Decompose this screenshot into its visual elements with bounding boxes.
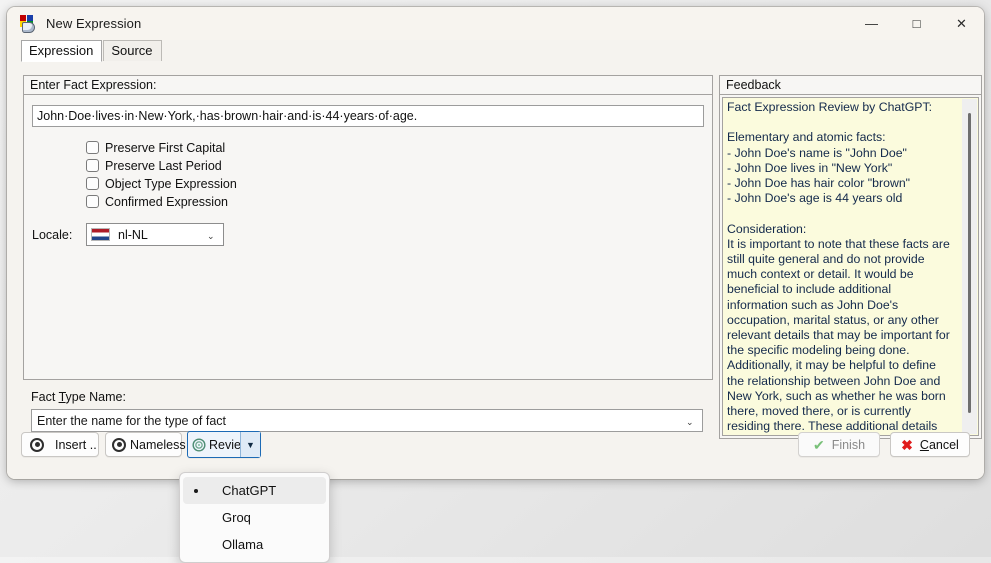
dialog-button-bar: Insert .. Nameless Review ▼ ✔ Finish ✖ C… (7, 429, 984, 479)
cancel-button[interactable]: ✖ Cancel (890, 432, 970, 457)
locale-select[interactable]: nl-NL ⌄ (86, 223, 224, 246)
checkbox-preserve-last-period[interactable]: Preserve Last Period (86, 157, 222, 174)
minimize-icon: — (865, 16, 878, 31)
checkbox-object-type-expression[interactable]: Object Type Expression (86, 175, 237, 192)
review-split-button[interactable]: Review ▼ (187, 431, 261, 458)
checkbox-label: Preserve Last Period (105, 158, 222, 173)
checkbox-box[interactable] (86, 159, 99, 172)
close-button[interactable]: ✕ (939, 7, 984, 40)
red-x-icon: ✖ (901, 436, 913, 453)
chevron-down-icon[interactable]: ⌄ (207, 231, 215, 240)
nameless-button[interactable]: Nameless (105, 432, 186, 457)
minimize-button[interactable]: — (849, 7, 894, 40)
feedback-scrollbar-thumb[interactable] (968, 113, 971, 413)
review-provider-menu: ChatGPT Groq Ollama (179, 472, 330, 563)
checkbox-preserve-first-capital[interactable]: Preserve First Capital (86, 139, 225, 156)
feedback-scrollbar[interactable] (962, 99, 977, 434)
checkbox-label: Preserve First Capital (105, 140, 226, 155)
feedback-text-area[interactable]: Fact Expression Review by ChatGPT: Eleme… (722, 97, 979, 436)
checkbox-box[interactable] (86, 141, 99, 154)
eye-icon (30, 437, 44, 452)
tab-expression[interactable]: Expression (21, 40, 103, 62)
fact-type-name-label: Fact Type Name: (31, 390, 126, 404)
window-title: New Expression (46, 16, 142, 31)
checkbox-confirmed-expression[interactable]: Confirmed Expression (86, 193, 228, 210)
close-icon: ✕ (956, 16, 967, 31)
cancel-mnemonic: C (919, 437, 929, 452)
locale-label: Locale: (32, 227, 73, 242)
fact-type-name-placeholder: Enter the name for the type of fact (37, 413, 226, 428)
flag-netherlands-icon (91, 228, 110, 241)
new-expression-window: New Expression — □ ✕ Expression Source E… (7, 7, 984, 479)
tab-source[interactable]: Source (103, 40, 162, 62)
label-prefix: Fact (31, 390, 59, 404)
checkmark-icon: ✔ (812, 436, 825, 453)
tab-page-expression: Enter Fact Expression: John·Doe·lives·in… (7, 61, 984, 479)
checkbox-box[interactable] (86, 195, 99, 208)
locale-row: Locale: nl-NL ⌄ (32, 223, 224, 246)
app-cube-icon (19, 15, 36, 33)
finish-button[interactable]: ✔ Finish (798, 432, 880, 457)
checkbox-label: Object Type Expression (105, 176, 237, 191)
chevron-down-icon: ▼ (246, 439, 255, 450)
locale-selected-value: nl-NL (118, 227, 148, 242)
insert-button-label: Insert .. (55, 437, 97, 452)
finish-button-label: Finish (831, 437, 866, 452)
chevron-down-icon[interactable]: ⌄ (686, 417, 694, 426)
cancel-label-suffix: ancel (928, 437, 959, 452)
insert-button[interactable]: Insert .. (21, 432, 99, 457)
cancel-button-label: Cancel (920, 438, 959, 452)
feedback-panel: Feedback Fact Expression Review by ChatG… (719, 75, 982, 439)
menu-item-label: Groq (222, 510, 251, 525)
eye-icon (112, 437, 126, 452)
feedback-text: Fact Expression Review by ChatGPT: Eleme… (727, 100, 953, 435)
fact-expression-group: Enter Fact Expression: John·Doe·lives·in… (23, 75, 713, 380)
menu-item-ollama[interactable]: Ollama (183, 531, 326, 558)
menu-item-label: ChatGPT (222, 483, 277, 498)
chatgpt-logo-icon (192, 437, 206, 452)
tab-strip: Expression Source (7, 40, 984, 62)
review-dropdown-arrow[interactable]: ▼ (240, 432, 260, 457)
label-suffix: ype Name: (65, 390, 126, 404)
menu-item-groq[interactable]: Groq (183, 504, 326, 531)
checkbox-label: Confirmed Expression (105, 194, 228, 209)
selected-dot-icon (189, 488, 203, 493)
window-title-bar: New Expression — □ ✕ (7, 7, 984, 40)
fact-expression-input[interactable]: John·Doe·lives·in·New·York,·has·brown·ha… (32, 105, 704, 127)
menu-item-label: Ollama (222, 537, 264, 552)
maximize-icon: □ (912, 16, 921, 31)
maximize-button[interactable]: □ (894, 7, 939, 40)
checkbox-box[interactable] (86, 177, 99, 190)
fact-expression-group-title: Enter Fact Expression: (24, 76, 712, 95)
menu-item-chatgpt[interactable]: ChatGPT (183, 477, 326, 504)
nameless-button-label: Nameless (130, 437, 186, 452)
feedback-title: Feedback (720, 76, 981, 95)
window-controls: — □ ✕ (849, 7, 984, 40)
label-mnemonic: T (58, 390, 66, 404)
